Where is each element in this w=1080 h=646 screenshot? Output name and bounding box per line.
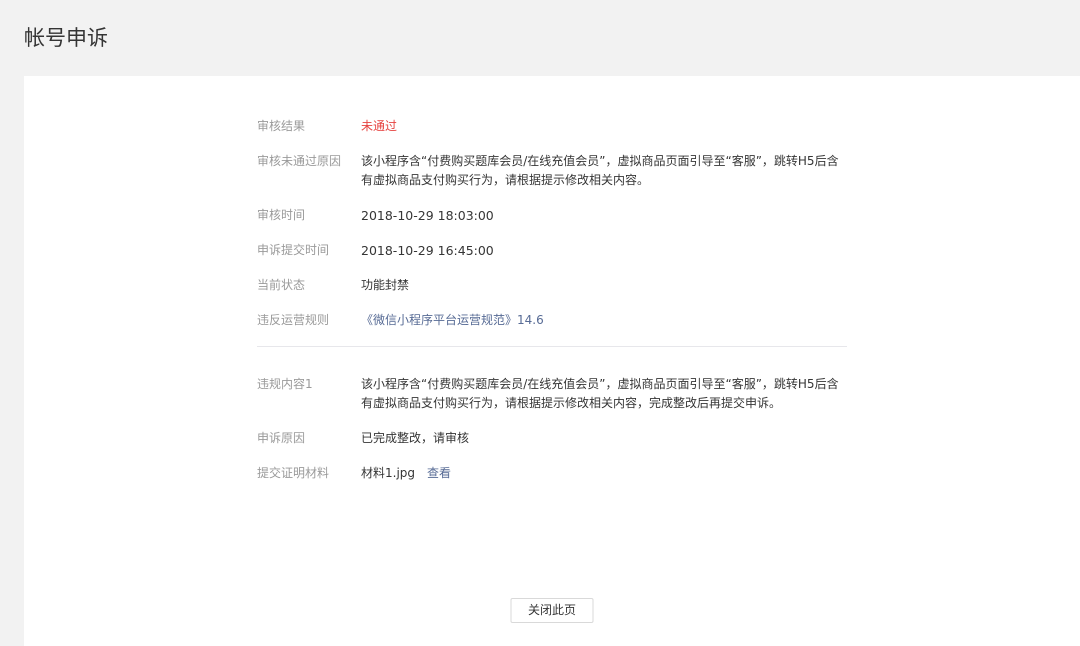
appeal-submit-time-value: 2018-10-29 16:45:00 [361,243,494,258]
view-evidence-link[interactable]: 查看 [427,466,451,480]
violation-content-label: 违规内容1 [257,377,313,391]
review-time-row: 审核时间 2018-10-29 18:03:00 [257,206,847,225]
current-status-value: 功能封禁 [361,278,410,292]
violated-rule-link[interactable]: 《微信小程序平台运营规范》14.6 [361,311,544,330]
violated-rule-row: 违反运营规则 《微信小程序平台运营规范》14.6 [257,311,847,330]
rejection-reason-row: 审核未通过原因 该小程序含“付费购买题库会员/在线充值会员”，虚拟商品页面引导至… [257,152,847,190]
violation-content-row: 违规内容1 该小程序含“付费购买题库会员/在线充值会员”，虚拟商品页面引导至“客… [257,375,847,413]
review-time-label: 审核时间 [257,208,306,222]
violation-content-value: 该小程序含“付费购买题库会员/在线充值会员”，虚拟商品页面引导至“客服”，跳转H… [361,375,839,413]
evidence-file-name: 材料1.jpg [361,466,416,480]
appeal-submit-time-row: 申诉提交时间 2018-10-29 16:45:00 [257,241,847,260]
current-status-label: 当前状态 [257,278,306,292]
section-divider [257,346,847,347]
evidence-value: 材料1.jpg 查看 [361,464,451,483]
review-result-label: 审核结果 [257,119,306,133]
review-result-row: 审核结果 未通过 [257,117,847,136]
violation-content-line: 该小程序含“付费购买题库会员/在线充值会员”，虚拟商品页面引导至“客服”，跳转H… [361,377,839,391]
violation-content-line: 有虚拟商品支付购买行为，请根据提示修改相关内容，完成整改后再提交申诉。 [361,396,782,410]
appeal-reason-value: 已完成整改，请审核 [361,431,470,445]
evidence-label: 提交证明材料 [257,466,330,480]
close-page-button[interactable]: 关闭此页 [510,598,594,623]
violated-rule-label: 违反运营规则 [257,313,330,327]
appeal-reason-row: 申诉原因 已完成整改，请审核 [257,429,847,448]
page-title: 帐号申诉 [24,26,108,50]
rejection-reason-value: 该小程序含“付费购买题库会员/在线充值会员”，虚拟商品页面引导至“客服”，跳转H… [361,152,839,190]
rejection-reason-line: 有虚拟商品支付购买行为，请根据提示修改相关内容。 [361,173,650,187]
appeal-detail-content: 审核结果 未通过 审核未通过原因 该小程序含“付费购买题库会员/在线充值会员”，… [257,117,847,499]
appeal-submit-time-label: 申诉提交时间 [257,243,330,257]
appeal-detail-panel: 审核结果 未通过 审核未通过原因 该小程序含“付费购买题库会员/在线充值会员”，… [24,76,1080,646]
rejection-reason-label: 审核未通过原因 [257,154,342,168]
appeal-reason-label: 申诉原因 [257,431,306,445]
rejection-reason-line: 该小程序含“付费购买题库会员/在线充值会员”，虚拟商品页面引导至“客服”，跳转H… [361,154,839,168]
review-time-value: 2018-10-29 18:03:00 [361,208,494,223]
current-status-row: 当前状态 功能封禁 [257,276,847,295]
evidence-row: 提交证明材料 材料1.jpg 查看 [257,464,847,483]
review-result-value: 未通过 [361,119,398,133]
